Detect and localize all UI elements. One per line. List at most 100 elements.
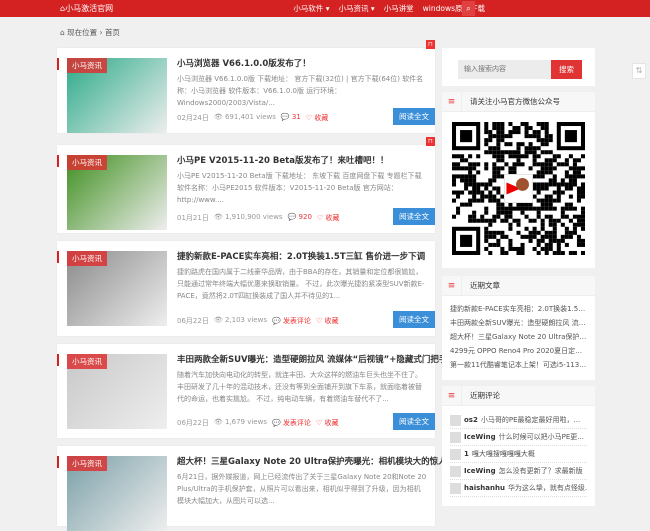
comment-text[interactable]: 怎么没有更新了？求最新版 <box>499 466 583 476</box>
views-count: 👁 1,910,900 views <box>213 213 283 221</box>
nav-classroom[interactable]: 小马讲堂 <box>384 3 414 14</box>
recent-comment[interactable]: os2 小马哥的PE最稳定最好用啦，... <box>450 412 587 429</box>
sort-icon[interactable]: ⇅ <box>632 63 646 79</box>
views-text: 1,679 views <box>224 418 267 426</box>
menu-icon: ≡ <box>442 92 462 112</box>
comment-text[interactable]: 嘎大嘎搜嘎嘎嘎大概 <box>472 449 535 459</box>
favorite-button[interactable]: ♡ 收藏 <box>306 113 329 123</box>
wechat-widget: ≡ 请关注小马官方微信公众号 <box>442 92 595 268</box>
nav-news[interactable]: 小马资讯 ▾ <box>338 3 374 14</box>
favorite-text: 收藏 <box>314 114 329 122</box>
search-input[interactable] <box>458 60 551 79</box>
search-widget: 搜索 <box>442 48 595 86</box>
recent-comment[interactable]: 1 嘎大嘎搜嘎嘎嘎大概 <box>450 446 587 463</box>
comments-text: 920 <box>298 213 312 221</box>
article-card: 小马资讯 丰田两款全新SUV曝光：造型硬朗拉风 流媒体“后视镜”+隐藏式门把手 … <box>57 344 447 438</box>
accent-bar <box>57 155 59 167</box>
recent-comment[interactable]: IceWing 怎么没有更新了？求最新版 <box>450 463 587 480</box>
bookmark-icon: ⊓ <box>426 137 435 146</box>
article-date: 02月24日 <box>177 114 209 122</box>
views-text: 691,401 views <box>224 113 276 121</box>
article-excerpt: 6月21日，据外媒报道，网上已经流传出了关于三星Galaxy Note 20和N… <box>177 473 427 505</box>
article-date: 01月21日 <box>177 214 209 222</box>
avatar <box>450 465 461 477</box>
views-count: 👁 1,679 views <box>213 418 267 426</box>
breadcrumb-separator: › <box>99 28 103 37</box>
recent-post-link[interactable]: 丰田两款全新SUV曝光：造型硬朗拉风 流媒体“后视镜” <box>450 316 587 330</box>
article-title[interactable]: 捷豹新款E-PACE实车亮相：2.0T换装1.5T三缸 售价进一步下调 <box>177 250 425 262</box>
article-title[interactable]: 丰田两款全新SUV曝光：造型硬朗拉风 流媒体“后视镜”+隐藏式门把手 <box>177 353 447 365</box>
comments-link[interactable]: 💬 发表评论 <box>272 418 311 428</box>
read-more-button[interactable]: 阅读全文 <box>393 208 435 225</box>
comment-author[interactable]: haishanhu <box>464 484 505 492</box>
category-tag[interactable]: 小马资讯 <box>67 456 107 471</box>
recent-post-link[interactable]: 捷豹新款E-PACE实车亮相：2.0T换装1.5T三缸 售价进一步下调 <box>450 302 587 316</box>
article-card: 小马资讯 超大杯！三星Galaxy Note 20 Ultra保护壳曝光：相机模… <box>57 446 447 531</box>
menu-icon: ≡ <box>442 386 462 406</box>
article-meta: 02月24日 👁 691,401 views 💬 31 ♡ 收藏 <box>177 113 328 123</box>
accent-bar <box>57 354 59 366</box>
nav-software[interactable]: 小马软件 ▾ <box>293 3 329 14</box>
category-tag[interactable]: 小马资讯 <box>67 354 107 369</box>
comments-text: 发表评论 <box>282 419 311 427</box>
comment-text[interactable]: 小马哥的PE最稳定最好用啦，... <box>481 415 580 425</box>
article-title[interactable]: 超大杯！三星Galaxy Note 20 Ultra保护壳曝光：相机模块大的惊人 <box>177 455 447 467</box>
article-meta: 01月21日 👁 1,910,900 views 💬 920 ♡ 收藏 <box>177 213 339 223</box>
article-excerpt: 随着汽车加快向电动化的转型，就连丰田、大众这样的燃油车巨头也坐不住了。丰田研发了… <box>177 371 422 403</box>
category-tag[interactable]: 小马资讯 <box>67 251 107 266</box>
widget-title: 近期文章 <box>470 281 500 290</box>
favorite-text: 收藏 <box>325 214 340 222</box>
article-excerpt: 捷豹路虎在国内属于二线豪华品牌，由于BBA的存在，其销量和定位都很尴尬，只能通过… <box>177 268 425 300</box>
main-nav: 小马软件 ▾ 小马资讯 ▾ 小马讲堂 windows原版下载 <box>293 3 485 14</box>
site-logo[interactable]: ⌂小马激活官网 <box>60 3 113 14</box>
comment-text[interactable]: 什么时候可以把小马PE更... <box>499 432 584 442</box>
read-more-button[interactable]: 阅读全文 <box>393 311 435 328</box>
views-count: 👁 691,401 views <box>213 113 276 121</box>
comment-author[interactable]: 1 <box>464 450 469 458</box>
menu-icon: ≡ <box>442 276 462 296</box>
favorite-button[interactable]: ♡ 收藏 <box>316 418 339 428</box>
article-title[interactable]: 小马PE V2015-11-20 Beta版发布了！来吐槽吧！！ <box>177 154 388 166</box>
read-more-button[interactable]: 阅读全文 <box>393 413 435 430</box>
views-count: 👁 2,103 views <box>213 316 267 324</box>
avatar <box>450 431 461 443</box>
comment-text[interactable]: 华为这么挚，就有点怪级... <box>508 483 587 493</box>
recent-post-link[interactable]: 超大杯！三星Galaxy Note 20 Ultra保护壳曝光 <box>450 330 587 344</box>
article-excerpt: 小马PE V2015-11-20 Beta版 下载地址： 东坡下载 百度网盘下载… <box>177 172 422 204</box>
search-button[interactable]: 搜索 <box>551 60 582 79</box>
article-excerpt: 小马浏览器 V66.1.0.0版 下载地址： 官方下载(32位) | 官方下载(… <box>177 75 424 107</box>
avatar <box>450 482 461 494</box>
recent-posts-widget: ≡ 近期文章 捷豹新款E-PACE实车亮相：2.0T换装1.5T三缸 售价进一步下… <box>442 276 595 380</box>
recent-comment[interactable]: haishanhu 华为这么挚，就有点怪级... <box>450 480 587 497</box>
comments-text: 发表评论 <box>282 317 311 325</box>
category-tag[interactable]: 小马资讯 <box>67 58 107 73</box>
breadcrumb-label: 现在位置 <box>67 28 98 37</box>
comments-link[interactable]: 💬 发表评论 <box>272 316 311 326</box>
comments-link[interactable]: 💬 31 <box>281 113 301 123</box>
comments-link[interactable]: 💬 920 <box>288 213 312 223</box>
avatar <box>450 448 461 460</box>
search-icon[interactable]: ⌕ <box>462 1 475 16</box>
article-title[interactable]: 小马浏览器 V66.1.0.0版发布了！ <box>177 57 311 69</box>
article-card: 小马资讯 捷豹新款E-PACE实车亮相：2.0T换装1.5T三缸 售价进一步下调… <box>57 241 435 336</box>
avatar <box>450 414 461 426</box>
comment-author[interactable]: os2 <box>464 416 478 424</box>
category-tag[interactable]: 小马资讯 <box>67 155 107 170</box>
top-navbar: ⌂小马激活官网 小马软件 ▾ 小马资讯 ▾ 小马讲堂 windows原版下载 ⌕ <box>0 0 650 17</box>
favorite-button[interactable]: ♡ 收藏 <box>316 316 339 326</box>
breadcrumb-home[interactable]: 首页 <box>105 28 120 37</box>
comment-author[interactable]: IceWing <box>464 433 496 441</box>
wechat-qr-code <box>452 122 585 255</box>
views-text: 2,103 views <box>224 316 267 324</box>
nav-windows-download[interactable]: windows原版下载 <box>423 3 485 14</box>
breadcrumb: ⌂ 现在位置 › 首页 <box>60 28 120 37</box>
recent-post-link[interactable]: 4299元 OPPO Reno4 Pro 2020夏日定制版 <box>450 344 587 358</box>
accent-bar <box>57 251 59 263</box>
favorite-button[interactable]: ♡ 收藏 <box>317 213 340 223</box>
comment-author[interactable]: IceWing <box>464 467 496 475</box>
recent-comment[interactable]: IceWing 什么时候可以把小马PE更... <box>450 429 587 446</box>
recent-post-link[interactable]: 第一款11代酷睿笔记本上架！可选i5-1135G7 <box>450 358 587 372</box>
recent-comments-widget: ≡ 近期评论 os2 小马哥的PE最稳定最好用啦，... IceWing 什么时候可以把… <box>442 386 595 506</box>
read-more-button[interactable]: 阅读全文 <box>393 108 435 125</box>
views-text: 1,910,900 views <box>224 213 283 221</box>
